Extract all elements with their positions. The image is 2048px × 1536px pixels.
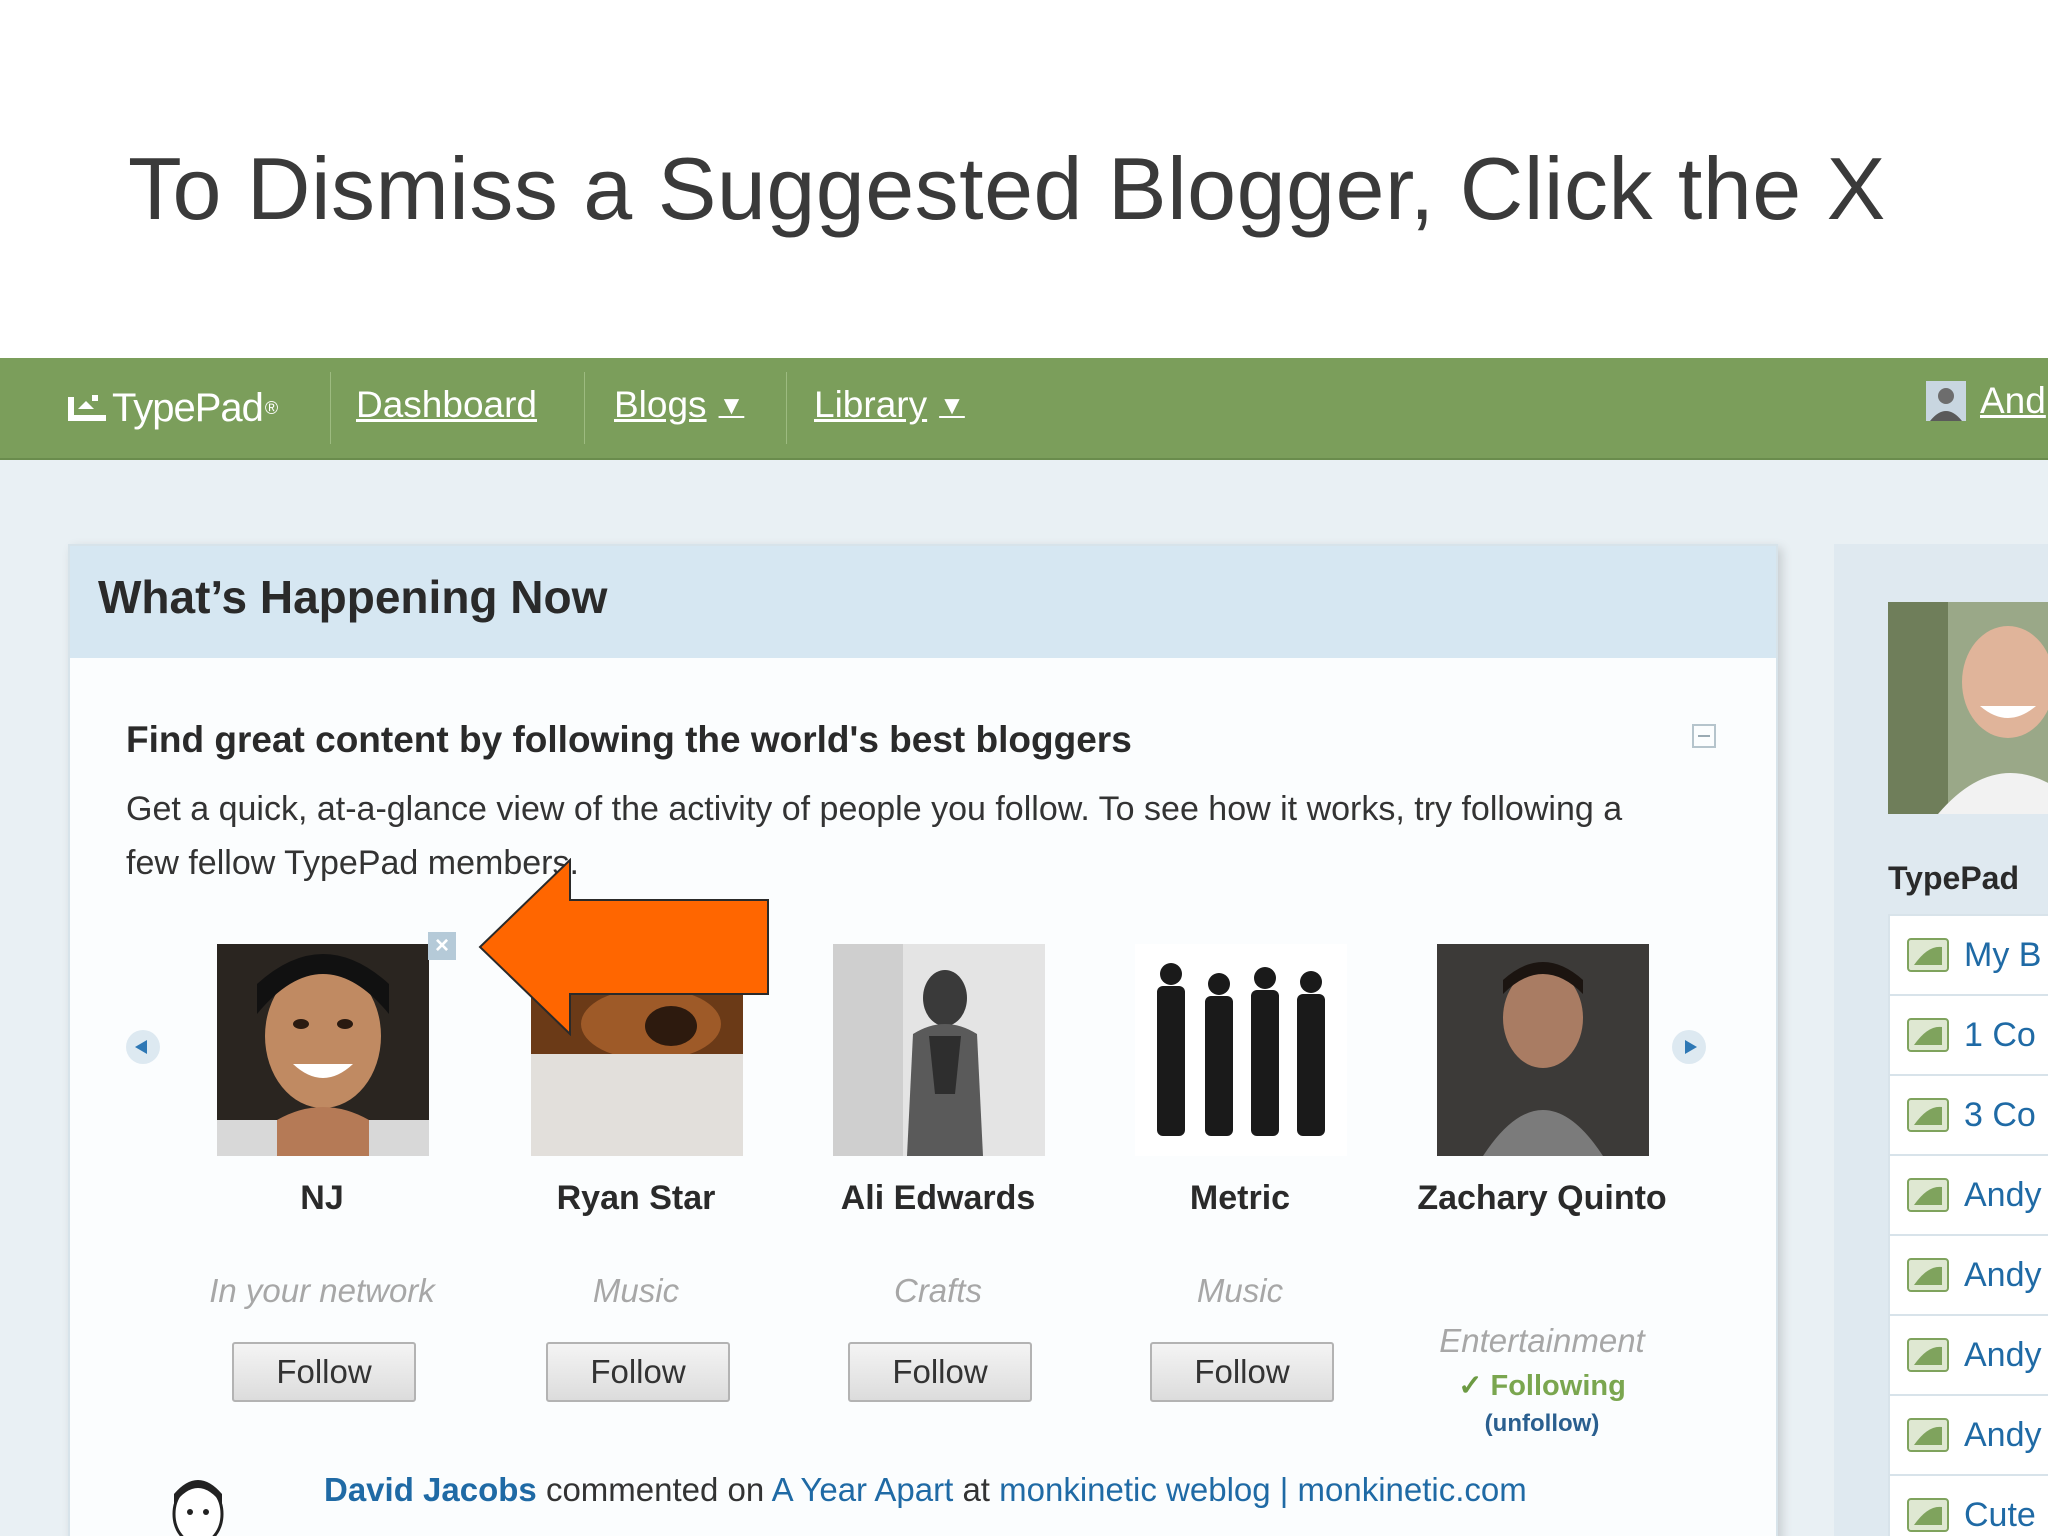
sidebar-heading: TypePad xyxy=(1888,860,2019,896)
collapse-icon[interactable] xyxy=(1692,724,1716,748)
follow-button[interactable]: Follow xyxy=(546,1342,730,1402)
blogger-photo[interactable] xyxy=(1437,944,1649,1156)
activity-line: David Jacobs commented on A Year Apart a… xyxy=(324,1471,1527,1509)
following-status: ✓ Following xyxy=(1372,1368,1712,1403)
nav-library-label: Library xyxy=(814,384,928,425)
blogger-category: Crafts xyxy=(893,1272,982,1309)
blog-icon xyxy=(1907,1258,1949,1292)
sidebar-item-label: Andy xyxy=(1964,1415,2042,1454)
sidebar-item[interactable]: Andy xyxy=(1888,1394,2048,1474)
top-navigation-bar: TypePad ® Dashboard Blogs ▼ Library ▼ And xyxy=(0,358,2048,460)
typepad-logo[interactable]: TypePad ® xyxy=(66,385,278,430)
sidebar-item-label: Cute xyxy=(1964,1495,2036,1534)
blog-icon xyxy=(1907,938,1949,972)
activity-post-link[interactable]: A Year Apart xyxy=(772,1471,954,1508)
registered-mark: ® xyxy=(264,397,278,418)
nav-dashboard-link[interactable]: Dashboard xyxy=(356,384,537,426)
nav-dashboard-label: Dashboard xyxy=(356,384,538,425)
user-name: And xyxy=(1980,380,2046,421)
sidebar-item[interactable]: 1 Co xyxy=(1888,994,2048,1074)
check-icon: ✓ xyxy=(1458,1370,1483,1402)
slide-title: To Dismiss a Suggested Blogger, Click th… xyxy=(128,139,1886,238)
find-bloggers-description: Get a quick, at-a-glance view of the act… xyxy=(126,790,1623,882)
blogger-category: Music xyxy=(1196,1272,1284,1309)
blogger-photo[interactable] xyxy=(1135,944,1347,1156)
blogger-name[interactable]: NJ xyxy=(152,1172,492,1224)
sidebar-item[interactable]: 3 Co xyxy=(1888,1074,2048,1154)
logo-text: TypePad xyxy=(112,385,264,430)
user-avatar-icon xyxy=(1926,381,1966,421)
blogger-name[interactable]: Ryan Star xyxy=(466,1172,806,1224)
carousel-prev-icon[interactable] xyxy=(126,1030,160,1064)
blog-icon xyxy=(1907,1498,1949,1532)
close-icon[interactable]: × xyxy=(428,932,456,960)
user-menu[interactable]: And xyxy=(1926,380,2046,422)
activity-at: at xyxy=(962,1471,990,1508)
blogger-name[interactable]: Metric xyxy=(1070,1172,1410,1224)
blogger-category: Music xyxy=(592,1272,680,1309)
blogger-photo[interactable] xyxy=(217,944,429,1156)
find-bloggers-heading: Find great content by following the worl… xyxy=(126,719,1132,760)
unfollow-wrapper: (unfollow) xyxy=(1372,1410,1712,1438)
unfollow-link[interactable]: unfollow xyxy=(1493,1410,1592,1437)
follow-button[interactable]: Follow xyxy=(1150,1342,1334,1402)
typepad-screenshot: TypePad ® Dashboard Blogs ▼ Library ▼ And… xyxy=(0,358,2048,1536)
sidebar-item-label: My B xyxy=(1964,935,2042,974)
panel-title: What’s Happening Now xyxy=(98,571,608,623)
sidebar-item-label: Andy xyxy=(1964,1255,2042,1294)
sidebar-list: My B 1 Co 3 Co Andy Andy Andy Andy Cute xyxy=(1888,914,2048,1536)
sidebar-item-label: 3 Co xyxy=(1964,1095,2036,1134)
sidebar-item[interactable]: Andy xyxy=(1888,1314,2048,1394)
follow-button[interactable]: Follow xyxy=(848,1342,1032,1402)
nav-divider xyxy=(786,372,787,444)
sidebar-item[interactable]: Andy xyxy=(1888,1154,2048,1234)
sidebar-item-label: 1 Co xyxy=(1964,1015,2036,1054)
carousel-next-icon[interactable] xyxy=(1672,1030,1706,1064)
blog-icon xyxy=(1907,1338,1949,1372)
sidebar-item-label: Andy xyxy=(1964,1335,2042,1374)
nav-blogs-label: Blogs xyxy=(614,384,707,425)
nav-library-menu[interactable]: Library ▼ xyxy=(814,384,965,426)
sidebar-item[interactable]: My B xyxy=(1888,914,2048,994)
profile-photo[interactable] xyxy=(1888,602,2048,814)
chevron-down-icon: ▼ xyxy=(718,389,745,420)
paren-close: ) xyxy=(1591,1410,1600,1437)
sidebar-item[interactable]: Cute xyxy=(1888,1474,2048,1536)
typepad-logo-icon xyxy=(68,395,106,421)
blogger-category: Entertainment xyxy=(1439,1322,1645,1359)
activity-verb: commented on xyxy=(545,1471,765,1508)
callout-arrow xyxy=(478,858,769,1036)
blog-icon xyxy=(1907,1018,1949,1052)
activity-avatar[interactable] xyxy=(160,1472,236,1536)
sidebar-item-label: Andy xyxy=(1964,1175,2042,1214)
sidebar-item[interactable]: Andy xyxy=(1888,1234,2048,1314)
blogger-name[interactable]: Ali Edwards xyxy=(768,1172,1108,1224)
nav-divider xyxy=(330,372,331,444)
chevron-down-icon: ▼ xyxy=(939,389,965,420)
blog-icon xyxy=(1907,1178,1949,1212)
panel-header: What’s Happening Now xyxy=(70,546,1776,658)
activity-blog-link[interactable]: monkinetic weblog | monkinetic.com xyxy=(999,1471,1527,1508)
blogger-photo[interactable] xyxy=(833,944,1045,1156)
blogger-name[interactable]: Zachary Quinto xyxy=(1372,1172,1712,1224)
blog-icon xyxy=(1907,1418,1949,1452)
following-label: Following xyxy=(1490,1370,1626,1402)
blog-icon xyxy=(1907,1098,1949,1132)
nav-blogs-menu[interactable]: Blogs ▼ xyxy=(614,384,744,426)
whats-happening-panel: What’s Happening Now Find great content … xyxy=(68,544,1778,1536)
paren-open: ( xyxy=(1484,1410,1493,1437)
blogger-category: In your network xyxy=(209,1272,435,1309)
nav-divider xyxy=(584,372,585,444)
follow-button[interactable]: Follow xyxy=(232,1342,416,1402)
activity-user-link[interactable]: David Jacobs xyxy=(324,1471,537,1508)
